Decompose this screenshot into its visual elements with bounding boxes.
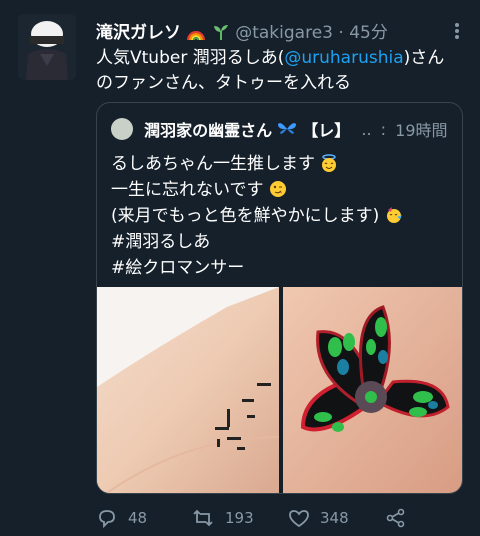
like-count: 348 bbox=[320, 509, 349, 527]
tweet-text-line2: のファンさん、タトゥーを入れる bbox=[96, 73, 351, 93]
quoted-name-label: 【レ】 bbox=[302, 121, 351, 140]
time-separator: · bbox=[338, 23, 344, 43]
quoted-tweet-time: 19時間 bbox=[395, 121, 448, 140]
tweet-time[interactable]: 45分 bbox=[349, 23, 388, 43]
display-name[interactable]: 滝沢ガレソ bbox=[96, 23, 181, 43]
reply-count: 48 bbox=[128, 509, 148, 527]
quoted-user-avatar bbox=[111, 118, 133, 140]
tweet-text-part1: 人気Vtuber 潤羽るしあ( bbox=[96, 48, 285, 68]
tweet-header: 滝沢ガレソ @takigare3 · 45分 bbox=[96, 18, 460, 44]
quoted-tweet-header: 潤羽家の幽霊さん 【レ】 .. : 19時間 bbox=[111, 117, 451, 143]
quoted-hashtag-2[interactable]: #絵クロマンサー bbox=[111, 255, 451, 281]
heart-icon bbox=[289, 510, 309, 528]
quoted-line-3: (来月でもっと色を鮮やかにします) bbox=[111, 206, 380, 226]
quoted-line-2: 一生に忘れないです bbox=[111, 180, 264, 200]
retweet-button[interactable]: 193 bbox=[191, 506, 254, 530]
quoted-line-1: るしあちゃん一生推します bbox=[111, 154, 315, 174]
retweet-count: 193 bbox=[225, 509, 254, 527]
quoted-photos bbox=[97, 287, 462, 493]
user-avatar[interactable] bbox=[18, 14, 76, 80]
tattoo-photo-before[interactable] bbox=[97, 287, 279, 493]
reply-button[interactable]: 48 bbox=[96, 506, 147, 530]
tweet-text: 人気Vtuber 潤羽るしあ(@uruharushia)さん のファンさん、タト… bbox=[96, 46, 466, 96]
more-vertical-icon[interactable] bbox=[454, 22, 460, 44]
user-handle[interactable]: @takigare3 bbox=[235, 23, 333, 43]
party-face-emoji-icon bbox=[385, 206, 403, 232]
reply-icon bbox=[99, 510, 115, 528]
quoted-tweet-text: るしあちゃん一生推します 一生に忘れないです (来月でもっと色を鮮やかにします)… bbox=[111, 151, 451, 281]
butterfly-emoji-icon bbox=[277, 121, 297, 141]
quoted-name-ellipsis: .. bbox=[361, 119, 372, 139]
quoted-tweet[interactable]: 潤羽家の幽霊さん 【レ】 .. : 19時間 るしあちゃん一生推します 一生に忘… bbox=[96, 102, 463, 494]
like-button[interactable]: 348 bbox=[288, 506, 349, 530]
tweet-text-part2: )さん bbox=[403, 48, 445, 68]
quoted-display-name: 潤羽家の幽霊さん bbox=[144, 121, 273, 140]
quoted-time-separator: : bbox=[380, 119, 387, 139]
rainbow-emoji-icon bbox=[186, 25, 206, 46]
tattoo-photo-butterfly[interactable] bbox=[283, 287, 462, 493]
smiling-halo-emoji-icon bbox=[320, 154, 338, 180]
quoted-hashtag-1[interactable]: #潤羽るしあ bbox=[111, 229, 451, 255]
seedling-emoji-icon bbox=[212, 23, 230, 46]
share-icon bbox=[386, 508, 405, 528]
tweet-actions: 48 193 348 bbox=[96, 506, 426, 530]
share-button[interactable] bbox=[386, 506, 416, 530]
mention-link[interactable]: @uruharushia bbox=[284, 48, 403, 68]
retweet-icon bbox=[193, 509, 213, 527]
